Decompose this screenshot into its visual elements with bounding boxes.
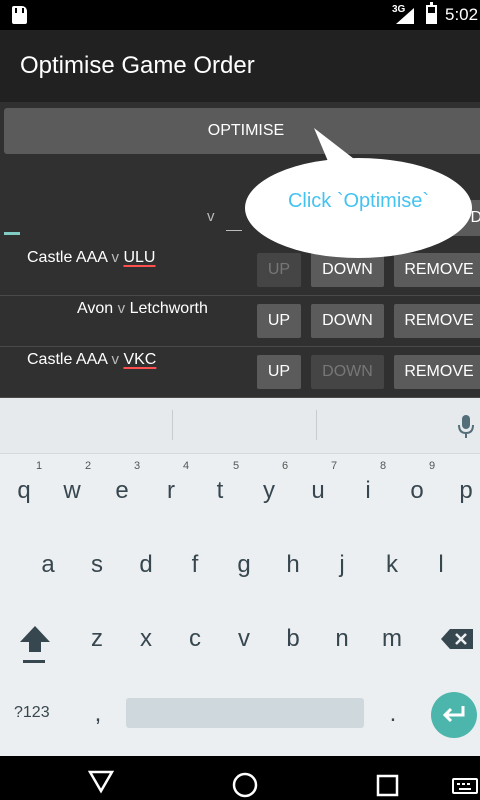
game-row: Castle AAA v VKC UP DOWN REMOVE	[0, 347, 480, 398]
key-hint: 8	[379, 460, 387, 472]
space-key[interactable]	[126, 698, 364, 728]
battery-icon	[426, 2, 437, 24]
move-up-button[interactable]: UP	[257, 355, 301, 389]
remove-button[interactable]: REMOVE	[394, 304, 480, 338]
key-k[interactable]: k	[368, 551, 416, 579]
home-icon[interactable]	[231, 771, 259, 799]
enter-icon	[442, 706, 465, 723]
key-j[interactable]: j	[318, 551, 366, 579]
home-team: Avon	[77, 300, 114, 317]
symbols-key[interactable]: ?123	[14, 704, 50, 722]
key-t[interactable]: t	[196, 477, 244, 505]
away-team-input[interactable]	[226, 230, 242, 231]
versus-label: v	[207, 208, 215, 225]
key-c[interactable]: c	[171, 625, 219, 653]
remove-button[interactable]: REMOVE	[394, 253, 480, 287]
key-b[interactable]: b	[269, 625, 317, 653]
back-icon[interactable]	[88, 768, 114, 794]
backspace-icon[interactable]	[440, 628, 474, 650]
game-label: Avon v Letchworth	[77, 300, 208, 318]
key-a[interactable]: a	[24, 551, 72, 579]
versus-label: v	[111, 351, 120, 368]
network-type-label: 3G	[392, 4, 406, 15]
game-row: Avon v Letchworth UP DOWN REMOVE	[0, 296, 480, 347]
key-x[interactable]: x	[122, 625, 170, 653]
move-up-button[interactable]: UP	[257, 304, 301, 338]
away-team: VKC	[123, 351, 157, 368]
key-n[interactable]: n	[318, 625, 366, 653]
key-hint: 6	[281, 460, 289, 472]
page-title: Optimise Game Order	[20, 52, 255, 79]
recents-icon[interactable]	[376, 774, 400, 798]
key-r[interactable]: r	[147, 477, 195, 505]
move-down-button[interactable]: DOWN	[311, 355, 384, 389]
optimise-button[interactable]: OPTIMISE	[4, 108, 480, 154]
key-i[interactable]: i	[344, 477, 392, 505]
key-y[interactable]: y	[245, 477, 293, 505]
tooltip-text: Click `Optimise`	[287, 190, 430, 212]
home-team: Castle AAA	[27, 351, 108, 368]
key-w[interactable]: w	[48, 477, 96, 505]
key-hint: 5	[232, 460, 240, 472]
key-hint: 4	[182, 460, 190, 472]
status-time: 5:02	[445, 5, 479, 24]
move-down-button[interactable]: DOWN	[311, 304, 384, 338]
key-m[interactable]: m	[368, 625, 416, 653]
versus-label: v	[111, 249, 120, 266]
key-hint: 7	[330, 460, 338, 472]
keyboard-switch-icon[interactable]	[452, 778, 478, 798]
comma-key[interactable]: ,	[74, 700, 122, 728]
home-team-input[interactable]	[4, 232, 20, 235]
key-hint: 3	[133, 460, 141, 472]
key-g[interactable]: g	[220, 551, 268, 579]
period-key[interactable]: .	[369, 700, 417, 728]
remove-button[interactable]: REMOVE	[394, 355, 480, 389]
key-u[interactable]: u	[294, 477, 342, 505]
move-up-button[interactable]: UP	[257, 253, 301, 287]
shift-icon[interactable]	[18, 624, 52, 666]
key-o[interactable]: o	[393, 477, 441, 505]
key-q[interactable]: q	[0, 477, 48, 505]
key-v[interactable]: v	[220, 625, 268, 653]
game-label: Castle AAA v ULU	[27, 249, 155, 267]
key-z[interactable]: z	[73, 625, 121, 653]
key-h[interactable]: h	[269, 551, 317, 579]
suggestion-strip	[0, 398, 480, 454]
key-hint: 9	[428, 460, 436, 472]
key-e[interactable]: e	[98, 477, 146, 505]
key-l[interactable]: l	[417, 551, 465, 579]
suggestion-divider	[316, 410, 317, 440]
game-label: Castle AAA v VKC	[27, 351, 156, 369]
key-p[interactable]: p	[442, 477, 480, 505]
key-f[interactable]: f	[171, 551, 219, 579]
sd-card-icon	[12, 6, 27, 24]
away-team: Letchworth	[129, 300, 208, 317]
key-hint: 1	[35, 460, 43, 472]
microphone-icon[interactable]	[457, 414, 475, 440]
versus-label: v	[117, 300, 126, 317]
key-s[interactable]: s	[73, 551, 121, 579]
away-team: ULU	[123, 249, 156, 266]
key-d[interactable]: d	[122, 551, 170, 579]
home-team: Castle AAA	[27, 249, 108, 266]
move-down-button[interactable]: DOWN	[311, 253, 384, 287]
suggestion-divider	[172, 410, 173, 440]
key-hint: 2	[84, 460, 92, 472]
